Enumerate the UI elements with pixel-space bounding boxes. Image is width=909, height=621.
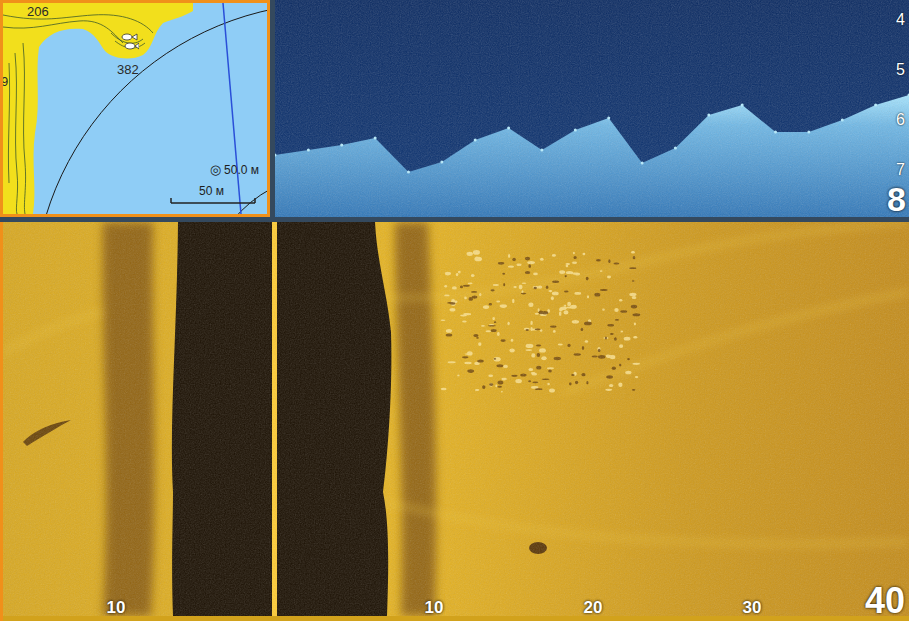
range-tick: 10 [107,599,126,617]
downscan-image [275,0,909,217]
range-label: 50.0 м [224,163,259,177]
chart-panel[interactable]: 2063829◎50.0 м50 м [0,0,270,217]
range-ring-icon: ◎ [210,163,221,177]
depth-label: 382 [117,63,139,77]
depth-label: 206 [27,5,49,19]
range-indicator: ◎50.0 м [210,163,259,177]
range-tick: 30 [743,599,762,617]
scale-label: 50 м [199,184,224,198]
depth-tick: 5 [896,62,905,78]
sidescan-range: 40 [865,583,905,619]
range-tick: 20 [584,599,603,617]
depth-tick: 4 [896,12,905,28]
depth-tick: 6 [896,112,905,128]
depth-label: 9 [1,75,8,89]
downscan-panel[interactable]: 4 5 6 7 8 [275,0,909,217]
depth-range: 8 [887,182,906,216]
chart-map [3,3,267,214]
sidescan-panel[interactable]: 10 10 20 30 40 [0,222,909,621]
sidescan-image [3,222,909,616]
range-tick: 10 [425,599,444,617]
depth-tick: 7 [896,162,905,178]
fish-icon [119,31,139,53]
